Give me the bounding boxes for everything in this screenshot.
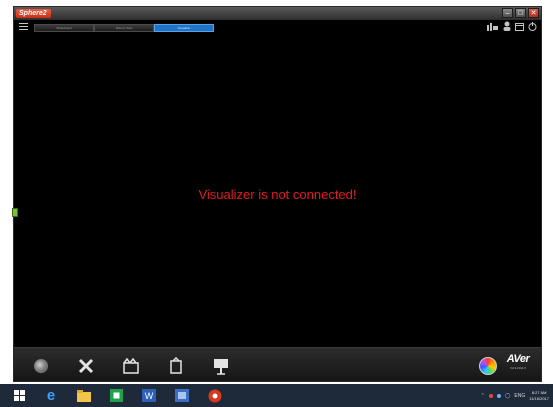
app-icon[interactable] [173,387,191,404]
menubar-icon-group [487,21,537,34]
sphere2-app-window: Sphere2 – □ ✕ Whiteboard Side by Side Vi… [12,6,542,382]
tab-side-by-side[interactable]: Side by Side [94,24,154,32]
windows-start-icon[interactable] [10,387,28,404]
brand-version: V2.3.2011.6 [510,366,526,370]
screen: Sphere2 – □ ✕ Whiteboard Side by Side Vi… [0,0,553,407]
user-icon[interactable] [503,21,511,34]
bottom-toolbar: AVer V2.3.2011.6 [14,347,541,381]
internet-explorer-icon[interactable]: e [42,387,60,404]
aver-brand-logo: AVer V2.3.2011.6 [501,353,535,371]
camera-lens-icon[interactable] [32,357,50,375]
camera-settings-icon[interactable] [487,22,499,34]
mode-tabs: Whiteboard Side by Side Visualizer [34,24,214,32]
system-tray: ⌃ ◯ ENG 8:27 AM 11/16/2017 [481,387,549,404]
minimize-button[interactable]: – [502,8,513,18]
record-icon[interactable] [122,357,140,375]
hamburger-menu-icon[interactable] [19,23,28,30]
sphere2-taskbar-icon[interactable] [206,387,224,404]
tools-icon[interactable] [77,357,95,375]
tab-whiteboard[interactable]: Whiteboard [34,24,94,32]
svg-text:W: W [145,391,154,401]
side-panel-handle[interactable] [12,208,18,217]
power-icon[interactable] [528,21,537,34]
tray-overflow-icon[interactable]: ⌃ [481,393,485,399]
clock-time: 8:27 AM [531,389,547,395]
folder-icon[interactable] [515,22,524,34]
annotate-icon[interactable] [167,356,185,375]
connection-status-message: Visualizer is not connected! [198,187,357,202]
language-indicator[interactable]: ENG [514,393,525,399]
tab-visualizer[interactable]: Visualizer [154,24,214,32]
word-icon[interactable]: W [140,387,158,404]
menu-bar: Whiteboard Side by Side Visualizer [14,20,541,34]
store-icon[interactable] [107,387,125,404]
tray-app-icon[interactable] [488,393,493,398]
network-icon[interactable] [496,393,501,398]
brand-name: AVer [506,353,530,365]
app-logo: Sphere2 [16,9,51,18]
window-controls: – □ ✕ [502,8,539,18]
clock-date: 11/16/2017 [529,395,549,401]
taskbar-clock[interactable]: 8:27 AM 11/16/2017 [529,390,549,402]
windows-taskbar: e W ⌃ ◯ ENG 8:27 AM 11/16/2017 [0,384,553,407]
file-explorer-icon[interactable] [75,387,93,404]
maximize-button[interactable]: □ [515,8,526,18]
presentation-icon[interactable] [212,357,230,375]
color-wheel-icon[interactable] [479,357,497,375]
volume-icon[interactable]: ◯ [505,393,511,399]
title-bar[interactable]: Sphere2 – □ ✕ [14,7,541,20]
close-button[interactable]: ✕ [528,8,539,18]
